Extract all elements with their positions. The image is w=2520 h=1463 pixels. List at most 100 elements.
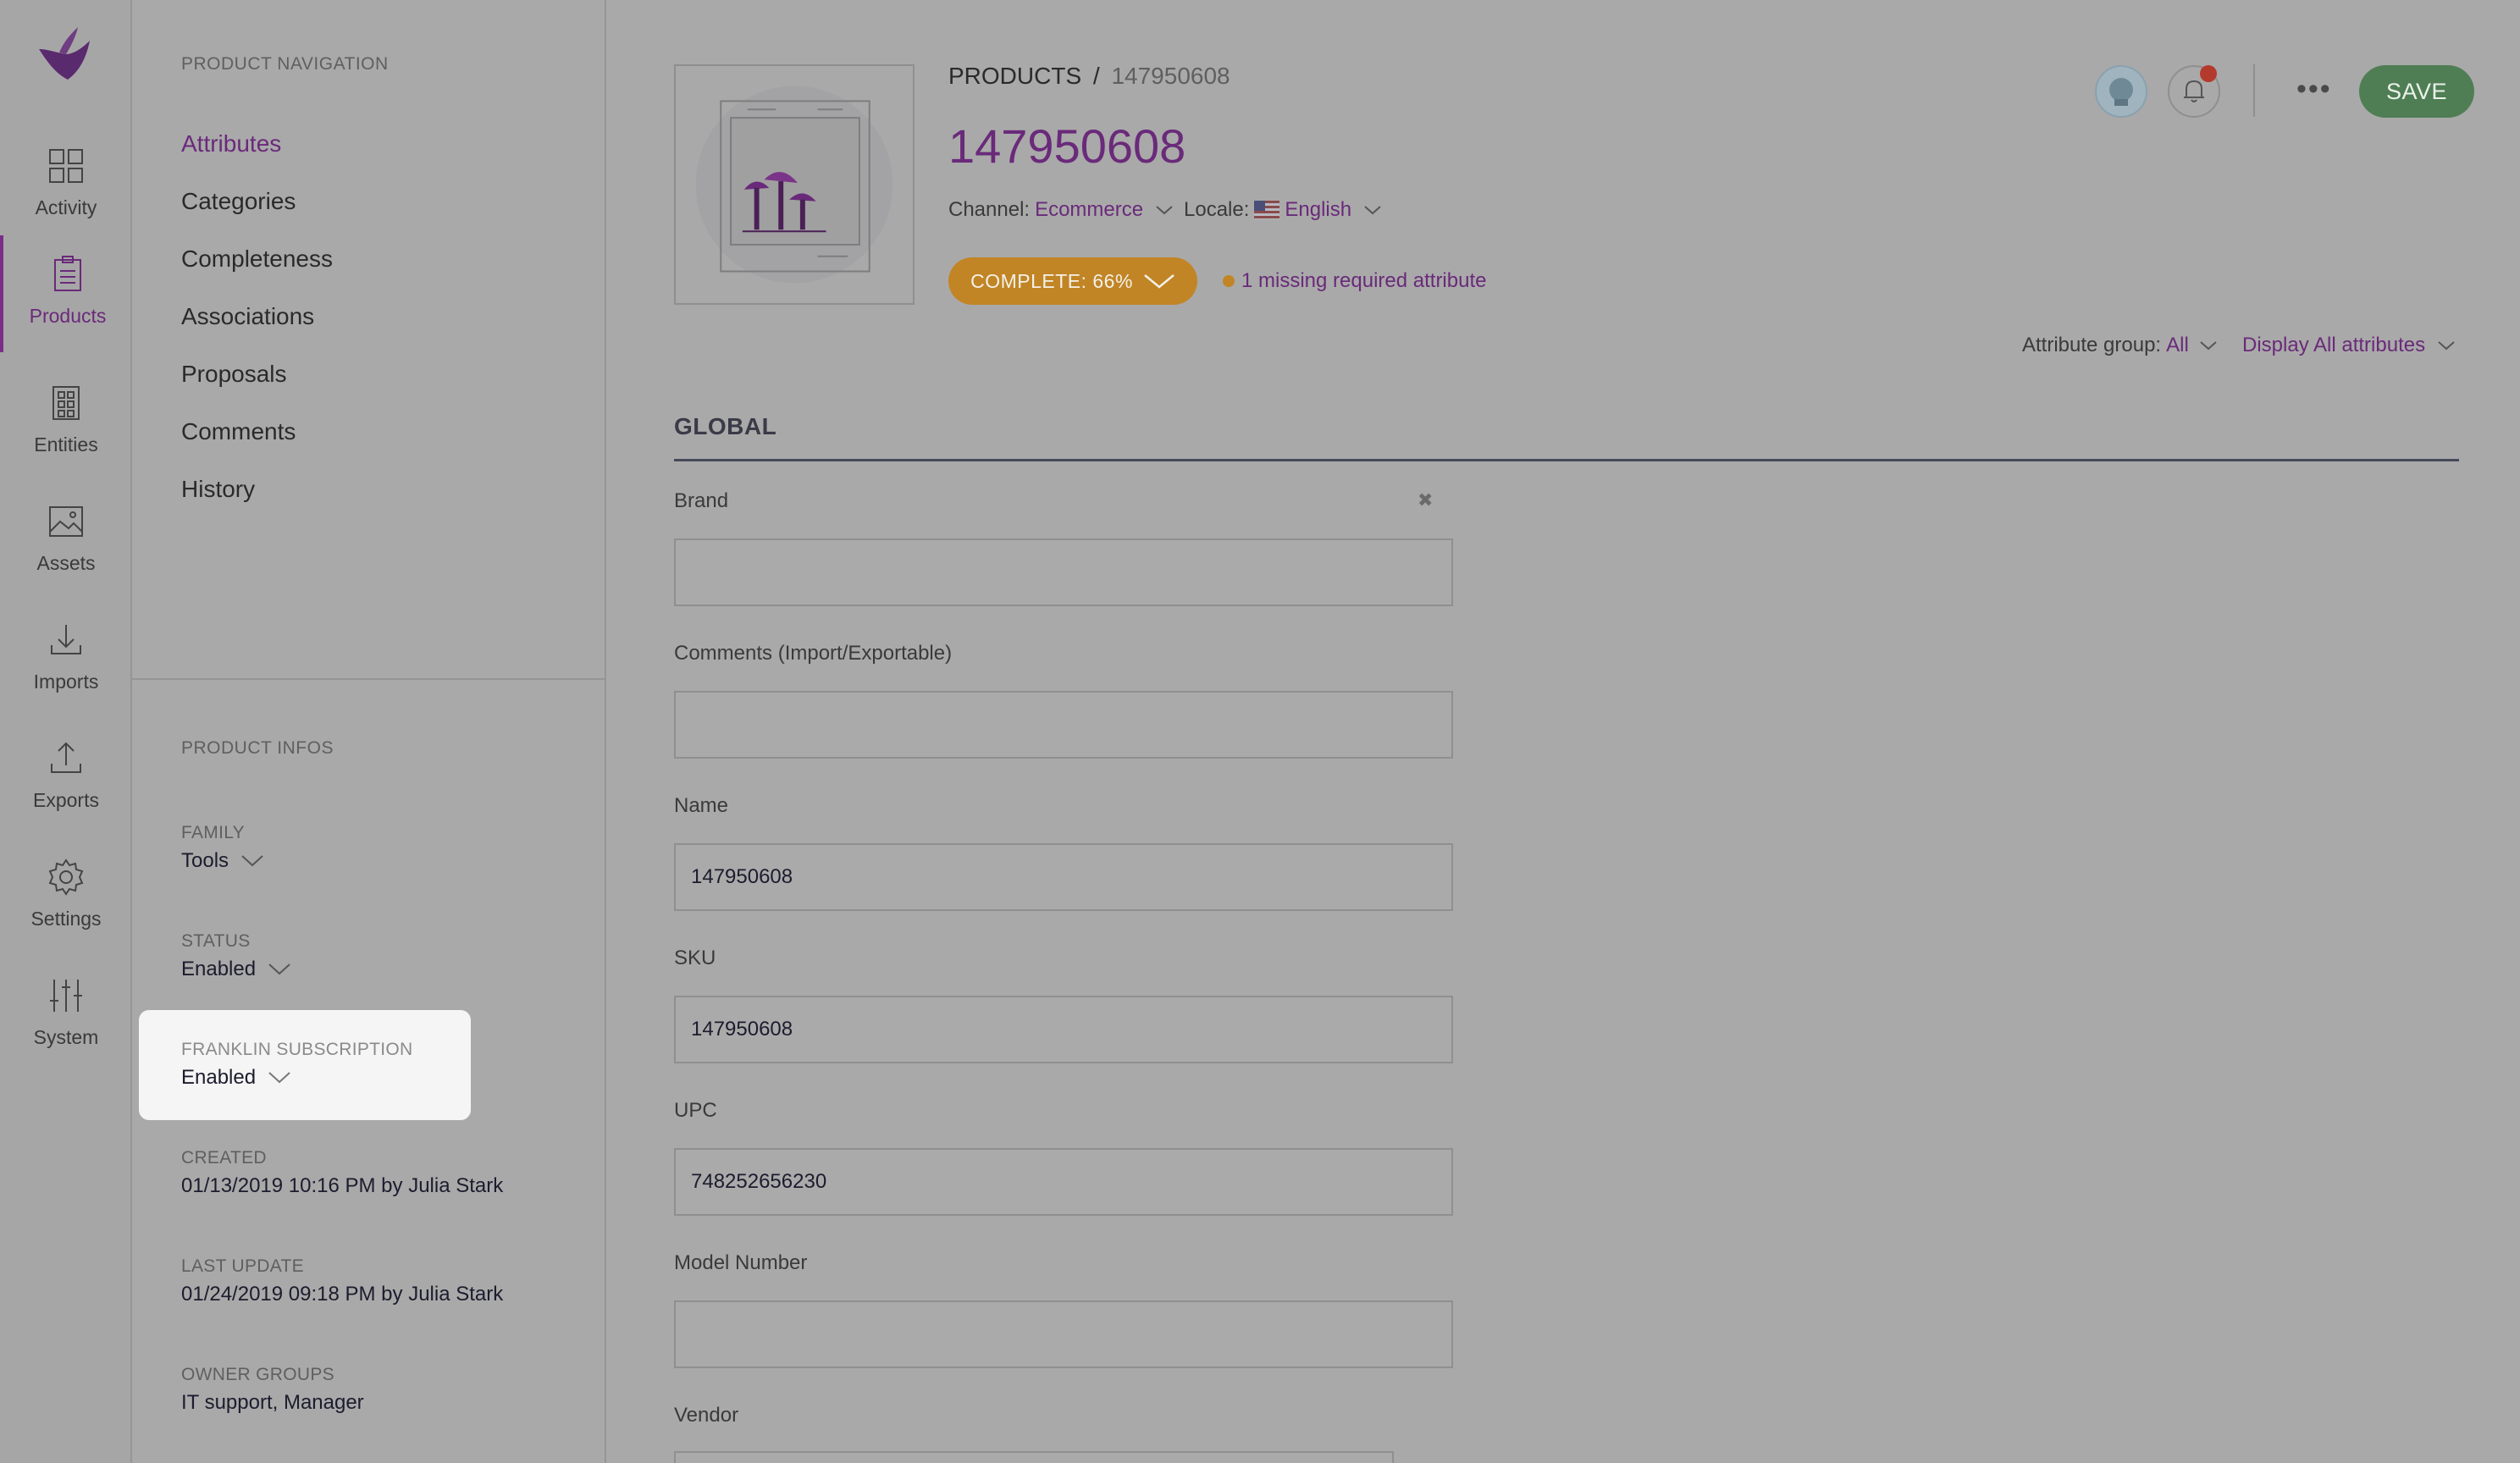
upc-input[interactable]: 748252656230 [674, 1148, 1453, 1216]
field-label-name: Name [674, 794, 729, 817]
family-label: FAMILY [181, 823, 245, 842]
dashboard-icon [49, 149, 83, 183]
brand-input[interactable] [674, 538, 1453, 606]
display-attributes-value: Display All attributes [2242, 334, 2426, 356]
product-image-placeholder [695, 86, 893, 284]
product-navigation-panel: PRODUCT NAVIGATION Attributes Categories… [132, 0, 606, 1463]
rail-item-assets[interactable]: Assets [0, 483, 132, 593]
status-value: Enabled [181, 958, 257, 980]
remove-attribute-icon[interactable]: ✖ [1418, 489, 1433, 511]
image-icon [49, 506, 83, 537]
chevron-down-icon [1156, 206, 1173, 215]
breadcrumb-separator: / [1092, 63, 1100, 89]
header-divider [2253, 64, 2255, 117]
channel-label: Channel: [948, 198, 1031, 221]
name-input[interactable]: 147950608 [674, 843, 1453, 911]
nav-item-associations[interactable]: Associations [181, 303, 314, 330]
save-button[interactable]: SAVE [2359, 65, 2474, 118]
breadcrumb-products[interactable]: PRODUCTS [948, 63, 1081, 89]
nav-item-completeness[interactable]: Completeness [181, 246, 333, 273]
product-thumbnail[interactable] [674, 64, 915, 305]
family-dropdown[interactable]: Tools [181, 849, 264, 873]
field-label-brand: Brand [674, 489, 729, 512]
created-value: 01/13/2019 10:16 PM by Julia Stark [181, 1174, 504, 1197]
last-update-label: LAST UPDATE [181, 1256, 304, 1276]
avatar-icon [2109, 78, 2133, 106]
rail-label-entities: Entities [34, 433, 98, 455]
import-icon [51, 625, 81, 654]
rail-label-assets: Assets [36, 552, 96, 574]
rail-item-activity[interactable]: Activity [0, 127, 132, 237]
chevron-down-icon [1144, 274, 1174, 289]
completeness-label: COMPLETE: 66% [970, 269, 1133, 292]
chevron-down-icon [268, 963, 290, 975]
franklin-subscription-value: Enabled [181, 1066, 257, 1089]
franklin-subscription-dropdown[interactable]: Enabled [181, 1066, 291, 1090]
rail-label-products: Products [29, 305, 107, 327]
rail-label-settings: Settings [30, 908, 102, 930]
field-label-model-number: Model Number [674, 1251, 808, 1274]
product-navigation-title: PRODUCT NAVIGATION [181, 54, 389, 74]
rail-item-products[interactable]: Products [0, 235, 132, 352]
attribute-group-value: All [2166, 334, 2189, 356]
completeness-dropdown[interactable]: COMPLETE: 66% [948, 257, 1197, 305]
section-title-global: GLOBAL [674, 413, 777, 439]
rail-item-imports[interactable]: Imports [0, 601, 132, 711]
missing-required-text: 1 missing required attribute [1241, 269, 1487, 292]
rail-item-system[interactable]: System [0, 957, 132, 1067]
locale-value: English [1285, 198, 1352, 221]
nav-item-comments[interactable]: Comments [181, 418, 296, 445]
warning-dot-icon [1223, 275, 1235, 287]
status-dropdown[interactable]: Enabled [181, 958, 291, 981]
export-icon [51, 742, 81, 773]
chevron-down-icon [2200, 341, 2217, 351]
chevron-down-icon [2438, 341, 2455, 351]
gear-icon [48, 858, 84, 896]
page-title: 147950608 [948, 119, 1186, 173]
attribute-group-filter[interactable]: Attribute group: All [2022, 334, 2218, 357]
main-menu-rail: Activity Products Entities Assets Import… [0, 0, 132, 1463]
clipboard-icon [54, 256, 81, 291]
attribute-group-label: Attribute group: [2022, 334, 2162, 356]
rail-label-exports: Exports [33, 789, 99, 811]
user-avatar[interactable] [2095, 65, 2147, 118]
nav-item-history[interactable]: History [181, 476, 255, 503]
entities-icon [52, 386, 80, 420]
nav-item-proposals[interactable]: Proposals [181, 361, 287, 388]
channel-value: Ecommerce [1035, 198, 1144, 221]
more-actions-button[interactable]: ••• [2296, 73, 2332, 106]
family-value: Tools [181, 849, 229, 872]
rail-label-activity: Activity [35, 196, 97, 218]
status-label: STATUS [181, 931, 251, 951]
created-label: CREATED [181, 1148, 267, 1168]
rail-label-imports: Imports [33, 671, 99, 693]
comments-input[interactable] [674, 691, 1453, 759]
vendor-input[interactable] [674, 1451, 1394, 1463]
locale-switcher[interactable]: Locale: English [1184, 198, 1382, 222]
chevron-down-icon [1364, 206, 1381, 215]
product-infos-title: PRODUCT INFOS [181, 738, 334, 758]
missing-required-attributes-link[interactable]: 1 missing required attribute [1223, 269, 1486, 293]
owner-groups-label: OWNER GROUPS [181, 1365, 334, 1384]
rail-item-entities[interactable]: Entities [0, 364, 132, 474]
sliders-icon [50, 980, 82, 1012]
sku-input[interactable]: 147950608 [674, 996, 1453, 1063]
nav-item-attributes[interactable]: Attributes [181, 130, 281, 157]
franklin-subscription-highlight [139, 1010, 471, 1120]
field-label-vendor: Vendor [674, 1404, 739, 1427]
last-update-value: 01/24/2019 09:18 PM by Julia Stark [181, 1283, 504, 1306]
field-label-upc: UPC [674, 1099, 717, 1122]
model-number-input[interactable] [674, 1300, 1453, 1368]
breadcrumb: PRODUCTS / 147950608 [948, 63, 1230, 90]
nav-item-categories[interactable]: Categories [181, 188, 296, 215]
channel-switcher[interactable]: Channel: Ecommerce [948, 198, 1174, 222]
rail-item-exports[interactable]: Exports [0, 720, 132, 830]
display-attributes-filter[interactable]: Display All attributes [2242, 334, 2456, 357]
rail-item-settings[interactable]: Settings [0, 838, 132, 948]
chevron-down-icon [268, 1072, 290, 1084]
nav-divider [132, 678, 606, 680]
section-underline [674, 459, 2459, 461]
breadcrumb-current: 147950608 [1111, 63, 1230, 89]
akeneo-logo[interactable] [30, 24, 93, 85]
locale-label: Locale: [1184, 198, 1250, 221]
